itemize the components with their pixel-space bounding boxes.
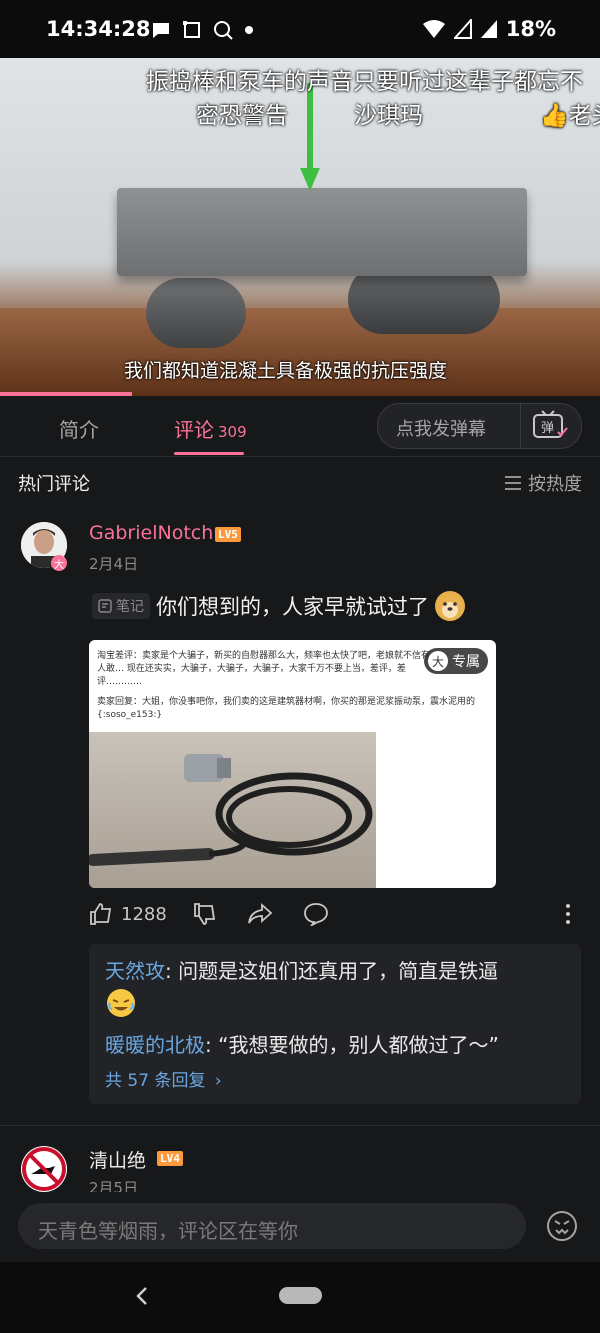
more-vertical-icon bbox=[566, 904, 570, 924]
more-options-button[interactable] bbox=[561, 902, 575, 926]
doge-emoji-icon bbox=[435, 591, 465, 621]
square-icon bbox=[183, 21, 200, 38]
reply-username[interactable]: 暖暖的北极 bbox=[105, 1033, 205, 1057]
sort-button[interactable]: 按热度 bbox=[504, 470, 582, 496]
comment-input[interactable]: 天青色等烟雨，评论区在等你 bbox=[18, 1203, 526, 1249]
reply-text: : “我想要做的，别人都做过了～” bbox=[205, 1033, 499, 1057]
comment-bar: 天青色等烟雨，评论区在等你 bbox=[0, 1192, 600, 1262]
comment-image[interactable]: 淘宝差评：卖家是个大骗子，新买的自慰器那么大，频率也太快了吧，老娘就不信有人敢…… bbox=[89, 640, 496, 888]
exclusive-badge-icon: 大 bbox=[428, 651, 448, 671]
signal-icon bbox=[453, 19, 472, 39]
comment-count: 309 bbox=[218, 423, 247, 441]
comment-divider bbox=[0, 1125, 600, 1126]
reply-username[interactable]: 天然攻 bbox=[105, 959, 165, 983]
back-icon[interactable] bbox=[134, 1280, 150, 1312]
comment-username[interactable]: 清山绝 bbox=[89, 1146, 146, 1173]
danmaku-divider bbox=[520, 404, 521, 448]
tab-active-indicator bbox=[174, 452, 244, 455]
comment-date: 2月4日 bbox=[89, 555, 139, 573]
video-player[interactable]: 振捣棒和泵车的声音只要听过这辈子都忘不 密恐警告 沙琪玛 👍老头 我们都知道混凝… bbox=[0, 58, 600, 396]
comment-username[interactable]: GabrielNotch bbox=[89, 522, 213, 544]
share-icon bbox=[248, 902, 273, 924]
sort-label: 按热度 bbox=[528, 474, 582, 495]
svg-text:弹: 弹 bbox=[541, 421, 554, 436]
thumbs-up-icon: 👍 bbox=[540, 103, 569, 129]
image-text-line-2: 卖家回复：大姐，你没事吧你，我们卖的这是建筑器材啊，你买的那是泥浆振动泵，震水泥… bbox=[97, 697, 476, 720]
comment-actions: 1288 bbox=[89, 902, 579, 932]
comment-text: 你们想到的，人家早就试过了 bbox=[156, 595, 429, 619]
reply-item: 天然攻: 问题是这姐们还真用了，简直是铁逼 bbox=[105, 956, 565, 1019]
comment-input-placeholder: 天青色等烟雨，评论区在等你 bbox=[38, 1219, 298, 1243]
like-count: 1288 bbox=[121, 903, 167, 925]
avatar[interactable] bbox=[21, 1146, 67, 1192]
status-time: 14:34:28 bbox=[46, 17, 151, 41]
level-badge: LV5 bbox=[215, 527, 241, 542]
reply-preview[interactable]: 天然攻: 问题是这姐们还真用了，简直是铁逼 暖暖的北极: “我想要做的，别人都做… bbox=[89, 944, 581, 1104]
system-nav-bar bbox=[0, 1262, 600, 1333]
tab-comments[interactable]: 评论 309 bbox=[174, 414, 247, 443]
battery-level: 18% bbox=[505, 17, 556, 41]
note-tag[interactable]: 笔记 bbox=[92, 593, 150, 619]
dislike-button[interactable] bbox=[193, 902, 217, 926]
vibrator-pump-illustration bbox=[89, 754, 373, 866]
reply-item: 暖暖的北极: “我想要做的，别人都做过了～” bbox=[105, 1030, 499, 1060]
wifi-icon bbox=[422, 20, 445, 38]
danmaku-2: 密恐警告 bbox=[196, 103, 288, 129]
signal-icon-2 bbox=[480, 20, 497, 38]
hot-comments-title: 热门评论 bbox=[18, 474, 90, 495]
status-bar: 14:34:28 18% bbox=[0, 0, 600, 58]
like-button[interactable]: 1288 bbox=[89, 902, 167, 926]
video-subtitle: 我们都知道混凝土具备极强的抗压强度 bbox=[124, 360, 448, 382]
video-concrete-beam bbox=[117, 188, 527, 276]
share-button[interactable] bbox=[247, 902, 273, 926]
vip-badge: 大 bbox=[51, 555, 67, 571]
home-pill[interactable] bbox=[279, 1287, 322, 1304]
exclusive-badge: 大 专属 bbox=[424, 648, 488, 674]
level-badge: LV4 bbox=[157, 1151, 183, 1166]
danmaku-1: 振捣棒和泵车的声音只要听过这辈子都忘不 bbox=[146, 69, 583, 95]
image-text-line-1: 淘宝差评：卖家是个大骗子，新买的自慰器那么大，频率也太快了吧，老娘就不信有人敢…… bbox=[97, 651, 431, 687]
notification-icons bbox=[150, 19, 254, 41]
view-all-replies-label: 共 57 条回复 bbox=[105, 1071, 206, 1091]
reply-button[interactable] bbox=[303, 902, 329, 926]
message-search-icon bbox=[214, 21, 233, 40]
chevron-right-icon: › bbox=[214, 1071, 222, 1091]
danmaku-input[interactable]: 点我发弹幕 弹 bbox=[377, 403, 582, 449]
note-icon bbox=[98, 599, 112, 613]
tab-comments-label: 评论 bbox=[174, 418, 214, 442]
comment-bubble-icon bbox=[304, 903, 328, 926]
list-icon bbox=[505, 476, 521, 490]
dot-icon bbox=[245, 26, 253, 34]
emoji-icon[interactable] bbox=[546, 1210, 578, 1242]
danmaku-4: 👍老头 bbox=[540, 103, 600, 129]
tab-intro[interactable]: 简介 bbox=[59, 414, 99, 443]
no-dog-sign-icon bbox=[22, 1147, 66, 1191]
down-arrow-icon bbox=[300, 83, 320, 191]
reply-text: : 问题是这姐们还真用了，简直是铁逼 bbox=[165, 959, 499, 983]
exclusive-label: 专属 bbox=[452, 654, 480, 670]
danmaku-input-placeholder: 点我发弹幕 bbox=[396, 419, 486, 440]
chat-bubble-icon bbox=[153, 23, 169, 38]
danmaku-3: 沙琪玛 bbox=[354, 103, 423, 129]
thumbs-up-icon bbox=[90, 903, 112, 925]
danmaku-toggle-icon[interactable]: 弹 bbox=[530, 410, 570, 442]
comment-content: 笔记 你们想到的，人家早就试过了 bbox=[92, 591, 465, 621]
image-photo bbox=[89, 732, 376, 888]
crying-laughing-emoji-icon bbox=[107, 988, 135, 1017]
thumbs-down-icon bbox=[194, 903, 216, 925]
note-tag-label: 笔记 bbox=[116, 599, 144, 615]
view-all-replies-link[interactable]: 共 57 条回复 › bbox=[105, 1066, 222, 1091]
video-roller-left bbox=[146, 278, 246, 348]
